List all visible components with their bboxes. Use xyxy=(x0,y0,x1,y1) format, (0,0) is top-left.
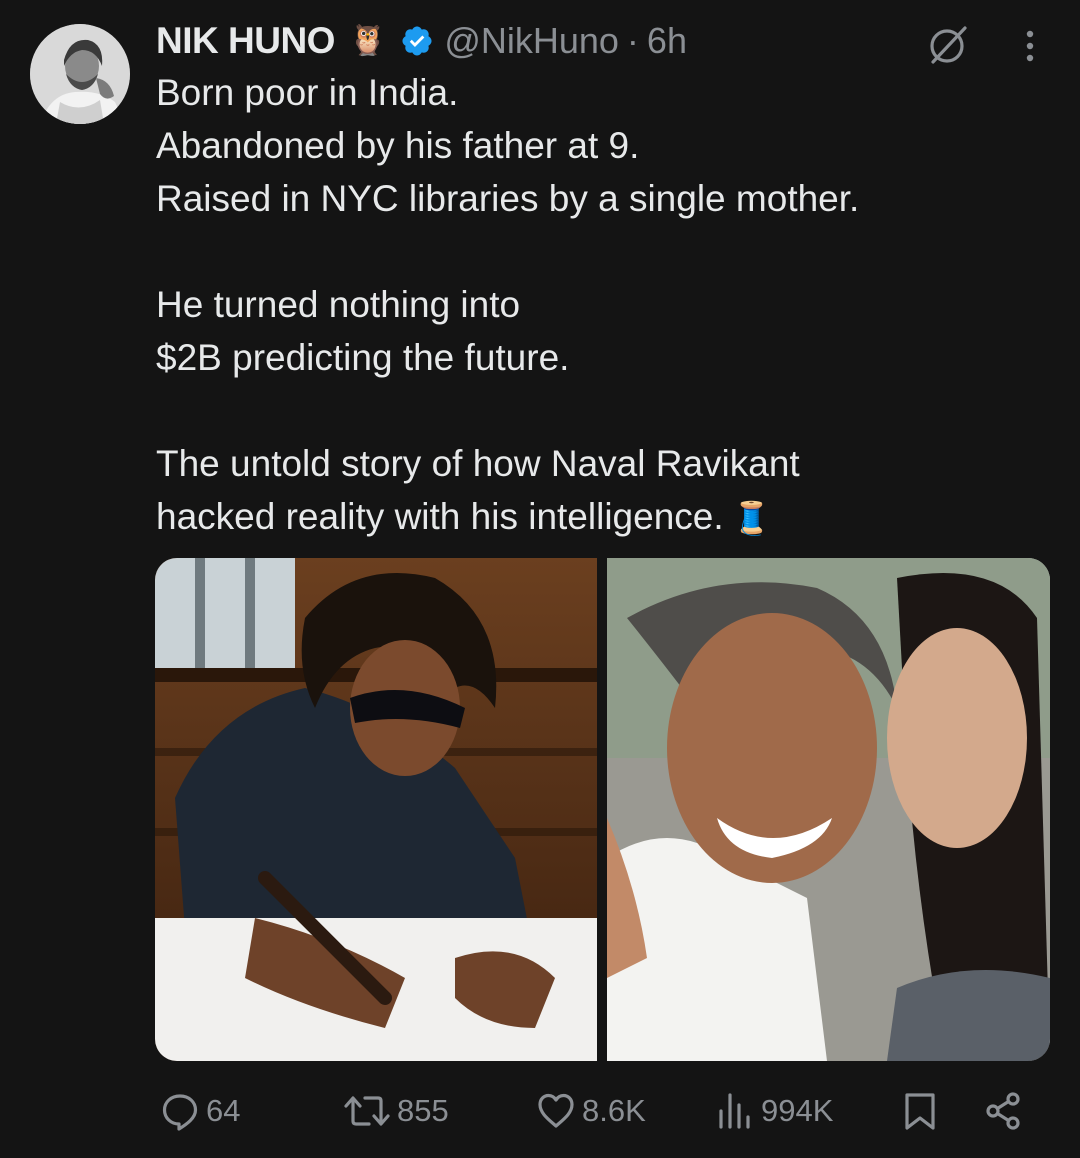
tweet-line-last: hacked reality with his intelligence. 🧵 xyxy=(156,490,1056,543)
avatar[interactable] xyxy=(30,24,130,124)
heart-icon xyxy=(538,1093,574,1128)
tweet-line: $2B predicting the future. xyxy=(156,337,570,378)
photo-couple xyxy=(607,558,1050,1061)
tweet-line: Raised in NYC libraries by a single moth… xyxy=(156,178,860,219)
photo-left[interactable] xyxy=(155,558,597,1061)
tweet-line: Abandoned by his father at 9. xyxy=(156,125,640,166)
tweet-header: NIK HUNO 🦉 @NikHuno · 6h xyxy=(156,18,687,64)
like-button[interactable]: 8.6K xyxy=(536,1086,646,1136)
views-count: 994K xyxy=(761,1093,834,1128)
share-icon xyxy=(986,1092,1020,1130)
thread-spool-icon: 🧵 xyxy=(731,500,772,536)
reply-button[interactable]: 64 xyxy=(160,1086,240,1136)
tweet-text: Born poor in India. Abandoned by his fat… xyxy=(156,66,1056,543)
owl-badge-icon: 🦉 xyxy=(348,23,387,58)
repost-icon xyxy=(344,1096,390,1126)
tweet-line: The untold story of how Naval Ravikant xyxy=(156,443,800,484)
views-icon xyxy=(719,1093,750,1129)
bookmark-icon xyxy=(905,1093,935,1130)
tweet-line: He turned nothing into xyxy=(156,284,521,325)
share-button[interactable] xyxy=(984,1086,1024,1136)
reply-count: 64 xyxy=(206,1093,241,1128)
photo-right[interactable] xyxy=(607,558,1050,1061)
like-count: 8.6K xyxy=(582,1093,646,1128)
tweet-timestamp[interactable]: 6h xyxy=(647,20,687,62)
separator-dot: · xyxy=(626,20,639,61)
author-name[interactable]: NIK HUNO xyxy=(156,20,335,62)
tweet-line: Born poor in India. xyxy=(156,72,459,113)
media-grid xyxy=(155,558,1050,1061)
tweet-line-text: hacked reality with his intelligence. xyxy=(156,496,724,537)
verified-badge-icon xyxy=(402,26,432,56)
more-icon[interactable] xyxy=(1018,26,1042,66)
repost-button[interactable]: 855 xyxy=(343,1086,449,1136)
grok-icon[interactable] xyxy=(925,22,971,68)
repost-count: 855 xyxy=(397,1093,449,1128)
photo-man-writing xyxy=(155,558,597,1061)
tweet-actions: 64 855 8.6K 994K xyxy=(0,1086,1080,1136)
reply-icon xyxy=(162,1094,198,1131)
avatar-image xyxy=(30,24,130,124)
bookmark-button[interactable] xyxy=(900,1086,940,1136)
author-handle[interactable]: @NikHuno xyxy=(444,20,619,62)
views-button[interactable]: 994K xyxy=(715,1086,833,1136)
